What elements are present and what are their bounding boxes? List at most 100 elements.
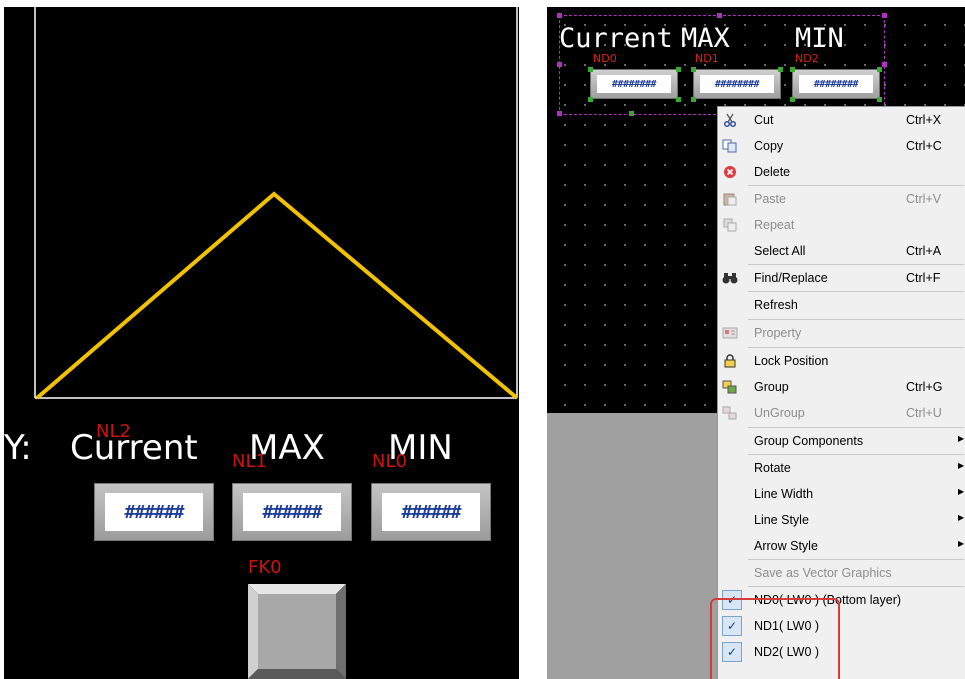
menu-item-cut[interactable]: Cut Ctrl+X (718, 107, 965, 133)
menu-item-label: Delete (754, 165, 791, 179)
editor-canvas-panel[interactable]: Current MAX MIN ND0 ND1 ND2 ######## ###… (547, 7, 965, 679)
resize-handle[interactable] (877, 97, 882, 102)
function-key-button[interactable] (248, 584, 346, 679)
trend-graph (34, 7, 519, 400)
submenu-arrow-icon: ▶ (958, 487, 965, 496)
resize-handle[interactable] (557, 13, 562, 18)
resize-handle[interactable] (790, 97, 795, 102)
submenu-arrow-icon: ▶ (958, 513, 965, 522)
resize-handle[interactable] (676, 67, 681, 72)
numeric-display-value: ######## (597, 75, 671, 93)
menu-item-shortcut: Ctrl+G (906, 380, 943, 394)
menu-item-label: Rotate (754, 461, 791, 475)
menu-item-label: Refresh (754, 298, 798, 312)
menu-item-label: UnGroup (754, 406, 805, 420)
ungroup-icon (722, 405, 738, 421)
y-label: Y: (4, 428, 32, 468)
menu-item-property[interactable]: Property (718, 320, 965, 346)
menu-item-label: Lock Position (754, 354, 829, 368)
menu-item-rotate[interactable]: Rotate ▶ (718, 455, 965, 481)
resize-handle[interactable] (588, 67, 593, 72)
menu-item-select-all[interactable]: Select All Ctrl+A (718, 238, 965, 264)
menu-item-shortcut: Ctrl+V (906, 192, 942, 206)
trend-line (35, 191, 519, 400)
max-label: MAX (249, 428, 325, 468)
menu-item-refresh[interactable]: Refresh (718, 292, 965, 318)
menu-item-lock-position[interactable]: Lock Position (718, 348, 965, 374)
repeat-icon (722, 217, 738, 233)
submenu-arrow-icon: ▶ (958, 539, 965, 548)
resize-handle[interactable] (676, 97, 681, 102)
menu-item-shortcut: Ctrl+U (906, 406, 942, 420)
resize-handle[interactable] (717, 13, 722, 18)
binoculars-icon (722, 270, 738, 286)
numeric-display-min[interactable]: ###### (371, 483, 491, 541)
menu-item-label: Paste (754, 192, 786, 206)
numeric-display-value: ###### (382, 493, 480, 531)
current-label: Current (70, 428, 198, 468)
menu-item-group-components[interactable]: Group Components ▶ (718, 428, 965, 454)
nd0-tag: ND0 (593, 52, 617, 65)
submenu-arrow-icon: ▶ (958, 461, 965, 470)
menu-item-label: Line Width (754, 487, 814, 501)
menu-item-group[interactable]: Group Ctrl+G (718, 374, 965, 400)
title-current: Current (559, 23, 673, 54)
resize-handle[interactable] (790, 67, 795, 72)
menu-item-label: Select All (754, 244, 806, 258)
menu-item-label: Save as Vector Graphics (754, 566, 892, 580)
group-icon (722, 379, 738, 395)
numeric-display-value: ###### (105, 493, 203, 531)
property-icon (722, 325, 738, 341)
menu-item-label: Repeat (754, 218, 795, 232)
scissors-icon (722, 112, 738, 128)
nd1-tag: ND1 (695, 52, 719, 65)
resize-handle[interactable] (882, 13, 887, 18)
menu-item-line-width[interactable]: Line Width ▶ (718, 481, 965, 507)
resize-handle[interactable] (778, 67, 783, 72)
menu-item-label: Line Style (754, 513, 809, 527)
menu-item-label: Arrow Style (754, 539, 818, 553)
menu-item-label: Copy (754, 139, 784, 153)
resize-handle[interactable] (877, 67, 882, 72)
resize-handle[interactable] (691, 67, 696, 72)
resize-handle[interactable] (557, 62, 562, 67)
numeric-display-nd1[interactable]: ######## (693, 69, 781, 99)
numeric-display-max[interactable]: ###### (232, 483, 352, 541)
menu-item-label: Property (754, 326, 802, 340)
min-label: MIN (388, 428, 453, 468)
numeric-display-value: ######## (799, 75, 873, 93)
numeric-display-nd0[interactable]: ######## (590, 69, 678, 99)
runtime-screen-panel: Y: NL2 Current NL1 MAX NL0 MIN ###### ##… (4, 7, 519, 679)
copy-icon (722, 138, 738, 154)
menu-item-repeat[interactable]: Repeat (718, 212, 965, 238)
menu-item-label: Group Components (754, 434, 864, 448)
numeric-display-value: ###### (243, 493, 341, 531)
resize-handle[interactable] (882, 62, 887, 67)
submenu-arrow-icon: ▶ (958, 434, 965, 443)
delete-icon (722, 164, 738, 180)
menu-item-delete[interactable]: Delete (718, 159, 965, 185)
resize-handle[interactable] (557, 111, 562, 116)
resize-handle[interactable] (588, 97, 593, 102)
menu-item-shortcut: Ctrl+F (906, 271, 941, 285)
numeric-display-nd2[interactable]: ######## (792, 69, 880, 99)
menu-item-find-replace[interactable]: Find/Replace Ctrl+F (718, 265, 965, 291)
lock-icon (722, 353, 738, 369)
title-min: MIN (795, 23, 844, 54)
menu-item-paste[interactable]: Paste Ctrl+V (718, 186, 965, 212)
menu-item-save-vector[interactable]: Save as Vector Graphics (718, 560, 965, 586)
menu-item-shortcut: Ctrl+A (906, 244, 942, 258)
menu-item-line-style[interactable]: Line Style ▶ (718, 507, 965, 533)
resize-handle[interactable] (629, 111, 634, 116)
menu-item-label: Cut (754, 113, 774, 127)
fk0-tag: FK0 (248, 557, 282, 578)
resize-handle[interactable] (691, 97, 696, 102)
menu-item-copy[interactable]: Copy Ctrl+C (718, 133, 965, 159)
menu-item-arrow-style[interactable]: Arrow Style ▶ (718, 533, 965, 559)
menu-item-label: Find/Replace (754, 271, 828, 285)
title-max: MAX (681, 23, 730, 54)
paste-icon (722, 191, 738, 207)
numeric-display-current[interactable]: ###### (94, 483, 214, 541)
menu-item-label: Group (754, 380, 789, 394)
menu-item-ungroup[interactable]: UnGroup Ctrl+U (718, 400, 965, 426)
